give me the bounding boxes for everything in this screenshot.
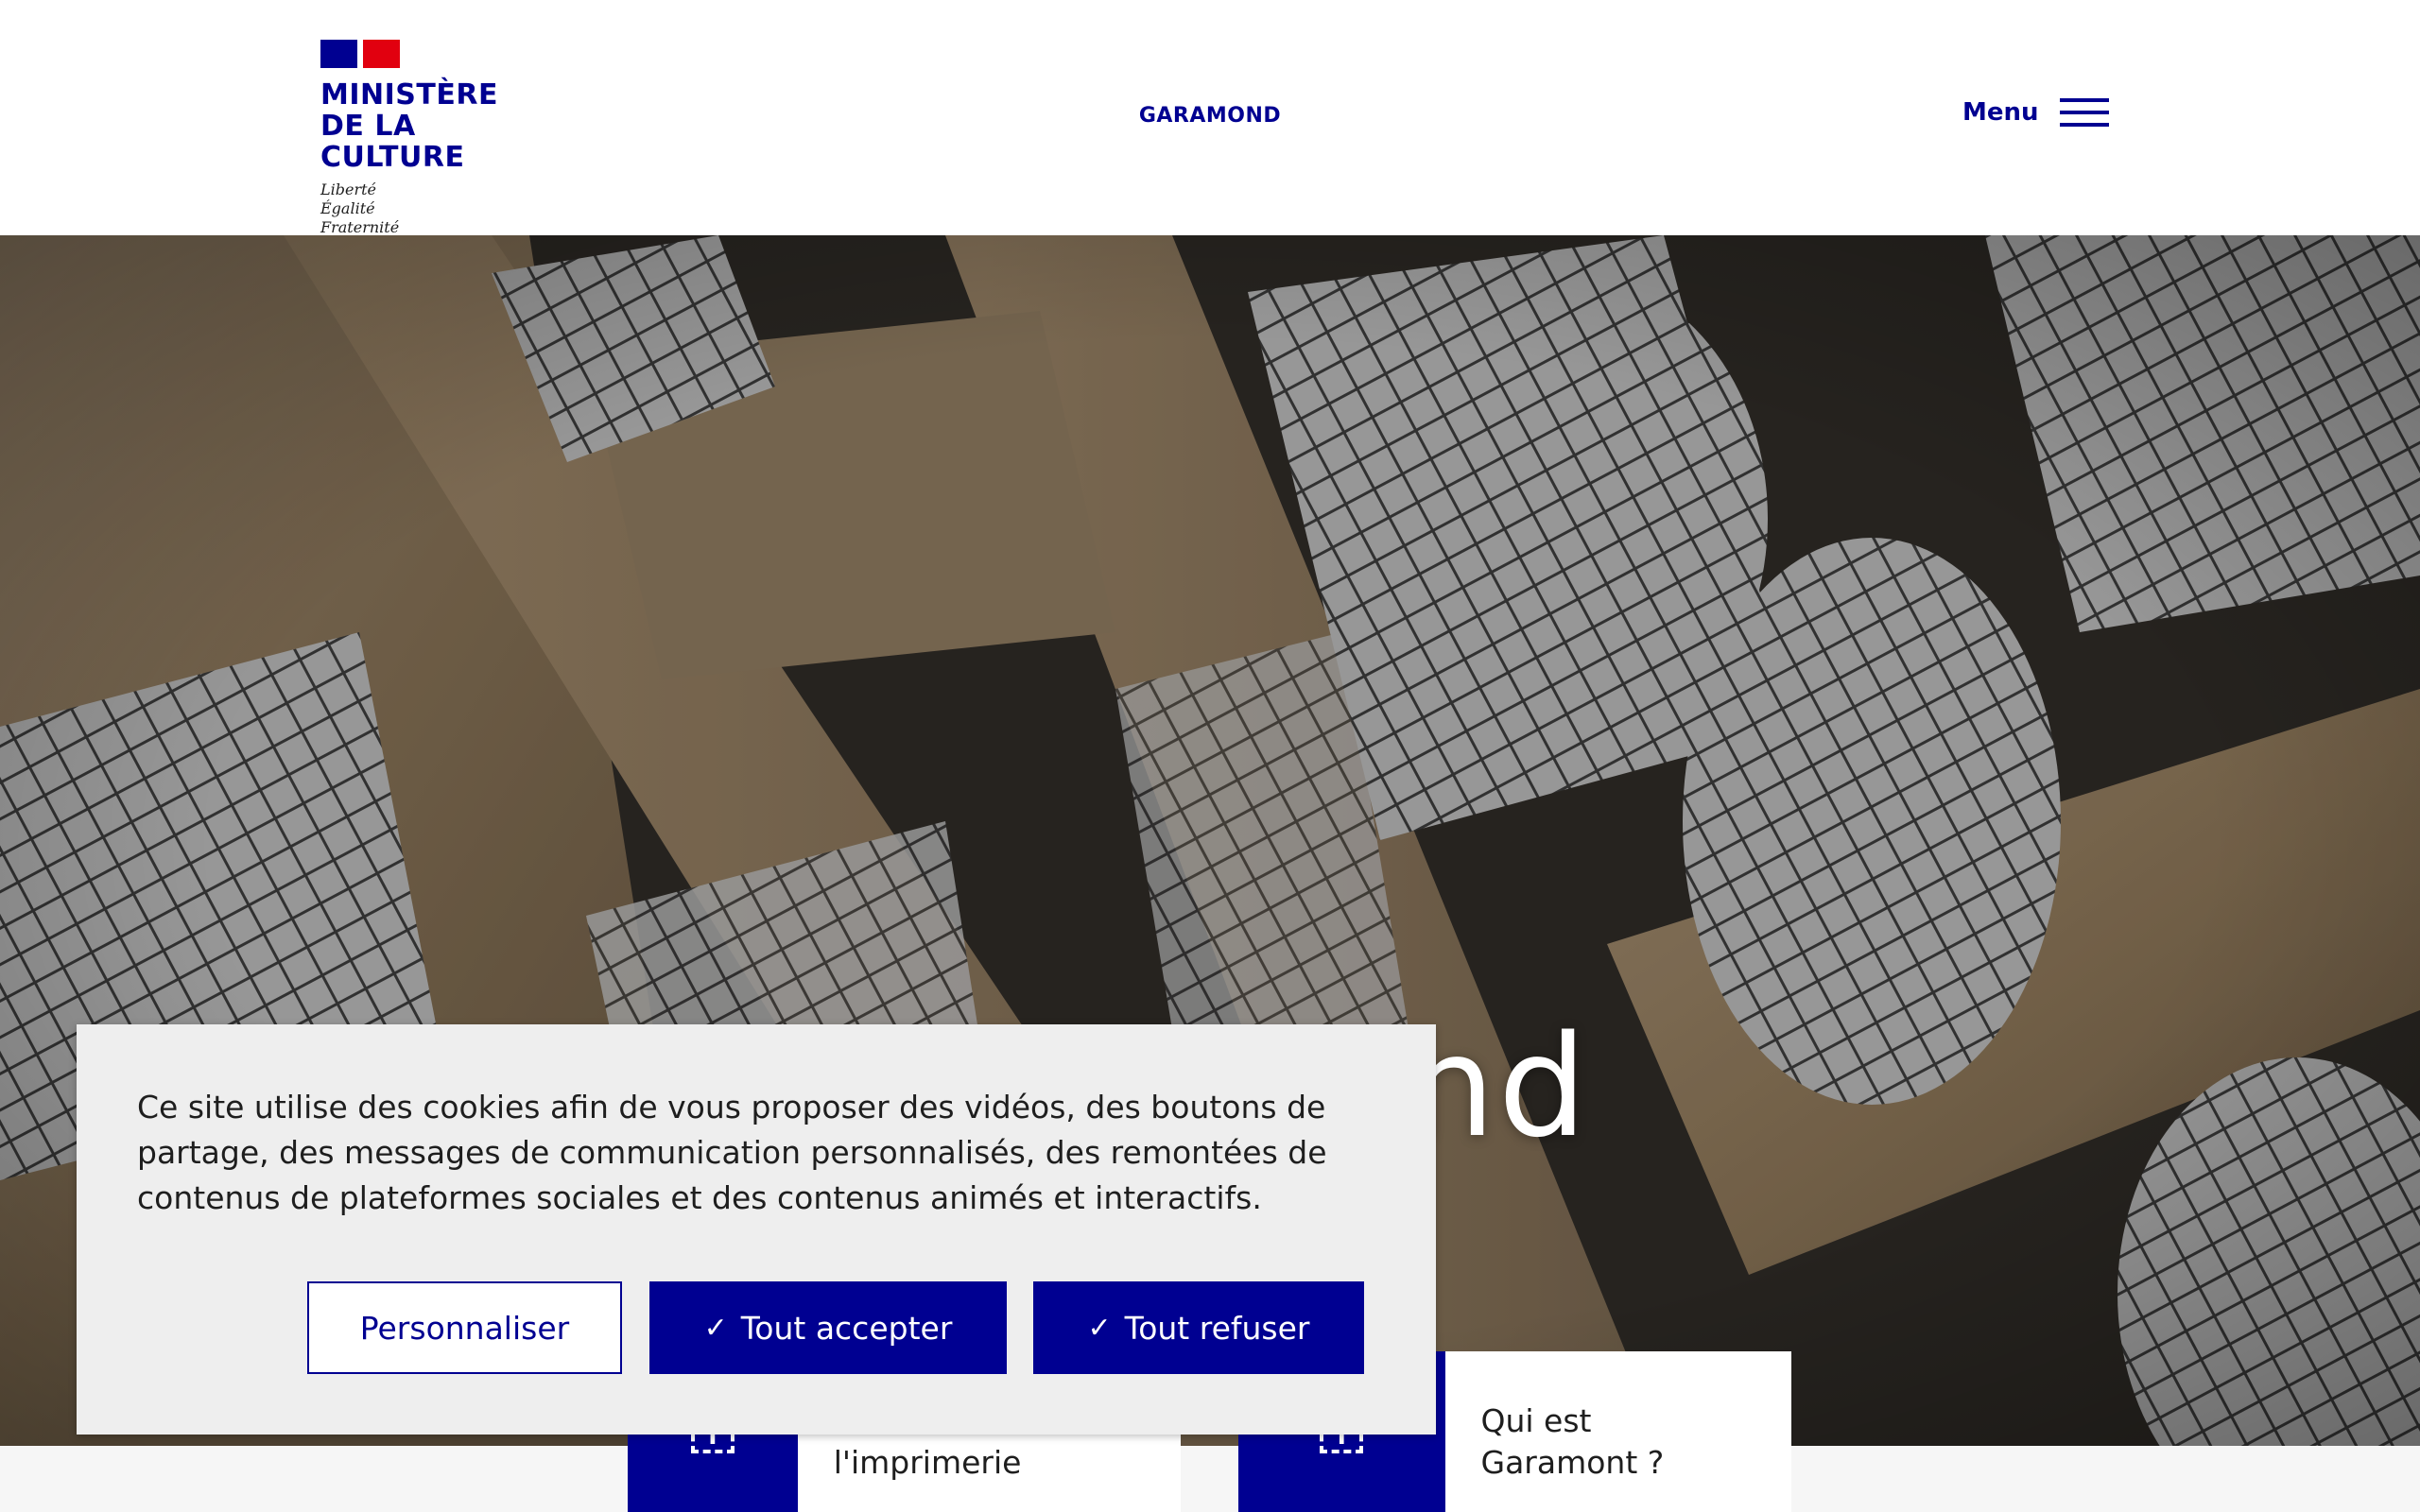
ministry-logo[interactable]: MINISTÈRE DE LA CULTURE Liberté Égalité …: [320, 40, 566, 237]
logo-title-line1: MINISTÈRE: [320, 78, 498, 112]
motto-egalite: Égalité: [320, 199, 375, 217]
card-title: Qui est Garamont ?: [1480, 1402, 1665, 1481]
check-icon: ✓: [703, 1311, 728, 1345]
menu-button[interactable]: Menu: [1962, 98, 2109, 127]
check-icon: ✓: [1087, 1311, 1112, 1345]
french-flag-icon: [320, 40, 400, 68]
site-name[interactable]: GARAMOND: [1115, 104, 1305, 128]
logo-motto: Liberté Égalité Fraternité: [320, 180, 566, 237]
motto-fraternite: Fraternité: [320, 218, 400, 236]
site-header: MINISTÈRE DE LA CULTURE Liberté Égalité …: [0, 0, 2420, 237]
motto-liberte: Liberté: [320, 180, 376, 198]
cookie-banner: Ce site utilise des cookies afin de vous…: [77, 1024, 1436, 1435]
customize-button[interactable]: Personnaliser: [307, 1281, 622, 1374]
cookie-buttons: Personnaliser ✓ Tout accepter ✓ Tout ref…: [307, 1281, 1364, 1374]
refuse-all-button[interactable]: ✓ Tout refuser: [1033, 1281, 1364, 1374]
cookie-message: Ce site utilise des cookies afin de vous…: [137, 1089, 1327, 1216]
accept-all-button[interactable]: ✓ Tout accepter: [649, 1281, 1007, 1374]
menu-label: Menu: [1962, 98, 2039, 127]
refuse-all-label: Tout refuser: [1124, 1309, 1310, 1347]
accept-all-label: Tout accepter: [740, 1309, 953, 1347]
customize-button-label: Personnaliser: [359, 1309, 570, 1347]
hamburger-icon: [2059, 98, 2109, 127]
logo-title: MINISTÈRE DE LA CULTURE: [320, 79, 566, 173]
logo-title-line2: DE LA CULTURE: [320, 110, 465, 174]
